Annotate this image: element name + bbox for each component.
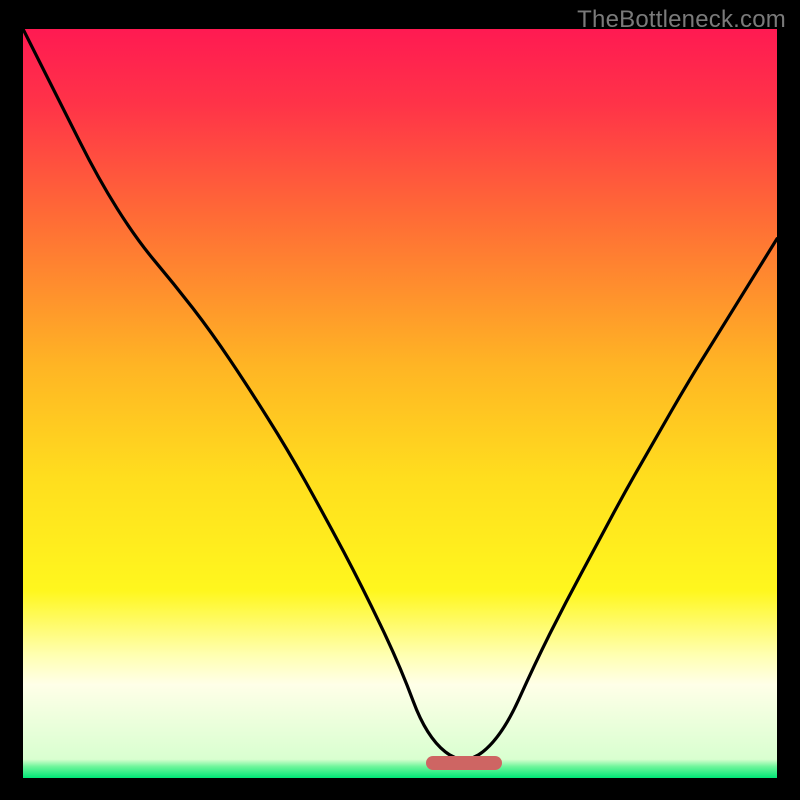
app-frame: TheBottleneck.com [0,0,800,800]
optimal-point-marker [426,756,501,770]
plot-area [23,29,777,778]
bottleneck-curve [23,29,777,778]
